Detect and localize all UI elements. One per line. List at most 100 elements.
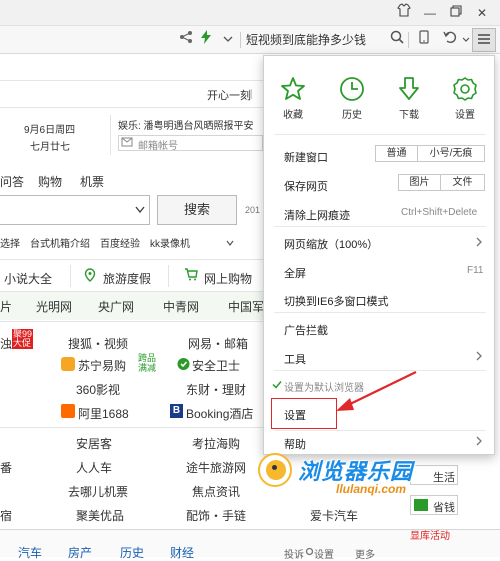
tab-qa[interactable]: 问答	[0, 173, 24, 190]
clock-icon[interactable]	[339, 76, 365, 105]
new-window-private-button[interactable]: 小号/无痕	[417, 145, 485, 162]
close-icon[interactable]: ✕	[470, 3, 494, 23]
footer-link[interactable]: 设置	[314, 546, 334, 561]
menu-separator	[274, 134, 486, 135]
site-link[interactable]: 宿	[0, 507, 12, 524]
menu-icon[interactable]	[472, 28, 496, 52]
skin-icon[interactable]	[392, 3, 416, 23]
phone-icon[interactable]	[414, 30, 434, 50]
menu-item-zoom[interactable]: 网页缩放（100%）	[284, 236, 378, 252]
side-button-event[interactable]: 显库活动	[410, 527, 450, 542]
menu-item-ad-block[interactable]: 广告拦截	[284, 322, 328, 338]
tab-realestate[interactable]: 房产	[68, 544, 92, 561]
chevron-down-icon[interactable]	[218, 30, 238, 50]
site-link[interactable]: 途牛旅游网	[186, 459, 246, 476]
site-link[interactable]: 考拉海购	[192, 435, 240, 452]
clear-history-shortcut: Ctrl+Shift+Delete	[401, 207, 478, 218]
favorites-label[interactable]: 收藏	[271, 106, 315, 121]
quick-link[interactable]: 选择	[0, 235, 20, 250]
tab-finance[interactable]: 财经	[170, 544, 194, 561]
site-link[interactable]: 安全卫士	[192, 357, 240, 374]
site-link[interactable]: 片	[0, 298, 12, 315]
gear-icon[interactable]	[452, 76, 478, 105]
tab-shopping[interactable]: 购物	[38, 173, 62, 190]
divider	[251, 89, 252, 99]
top-link[interactable]: 开心一刻	[207, 87, 251, 103]
site-link[interactable]: 人人车	[76, 459, 112, 476]
share-icon[interactable]	[176, 30, 196, 50]
menu-item-save-page[interactable]: 保存网页	[284, 178, 328, 194]
star-icon[interactable]	[280, 76, 306, 105]
shortcut-travel[interactable]: 旅游度假	[103, 270, 151, 287]
quick-link[interactable]: 台式机箱介绍	[30, 235, 90, 250]
download-label[interactable]: 下载	[387, 106, 431, 121]
site-link[interactable]: 安居客	[76, 435, 112, 452]
quick-link[interactable]: kk录像机	[150, 235, 190, 250]
chevron-down-icon[interactable]	[135, 205, 145, 217]
site-link[interactable]: 东财・理财	[186, 381, 246, 398]
footer-link[interactable]: 投诉	[284, 546, 304, 561]
tab-flights[interactable]: 机票	[80, 173, 104, 190]
site-link[interactable]: Booking酒店	[186, 405, 253, 422]
menu-item-tools[interactable]: 工具	[284, 351, 306, 367]
site-link[interactable]: 央广网	[98, 298, 134, 315]
chevron-down-icon[interactable]	[226, 237, 234, 249]
divider	[0, 107, 263, 108]
year-hint: 201	[245, 205, 261, 215]
menu-item-clear-history[interactable]: 清除上网痕迹	[284, 207, 350, 223]
menu-item-fullscreen[interactable]: 全屏	[284, 265, 306, 281]
site-link[interactable]: 搜狐・视频	[68, 335, 128, 352]
lightning-icon[interactable]	[196, 30, 216, 50]
restore-icon[interactable]	[444, 3, 468, 23]
site-link[interactable]: 焦点资讯	[192, 483, 240, 500]
menu-item-settings[interactable]: 设置	[284, 407, 306, 423]
save-image-button[interactable]: 图片	[398, 174, 441, 191]
history-label[interactable]: 历史	[330, 106, 374, 121]
menu-separator	[274, 226, 486, 227]
divider	[0, 259, 263, 260]
chevron-right-icon	[476, 237, 482, 250]
site-link[interactable]: 番	[0, 459, 12, 476]
site-link[interactable]: 光明网	[36, 298, 72, 315]
new-window-normal-button[interactable]: 普通	[375, 145, 418, 162]
divider	[70, 265, 71, 287]
shield-icon	[177, 357, 190, 374]
minimize-icon[interactable]: —	[418, 3, 442, 23]
email-field[interactable]: 邮箱帐号	[118, 135, 263, 152]
shortcut-shopping[interactable]: 网上购物	[204, 270, 252, 287]
site-link[interactable]: 爱卡汽车	[310, 507, 358, 524]
menu-separator	[274, 430, 486, 431]
site-link[interactable]: 阿里1688	[78, 405, 129, 422]
side-button-life[interactable]: 生活	[410, 465, 458, 485]
site-link[interactable]: 网易・邮箱	[188, 335, 248, 352]
site-link[interactable]: 中青网	[163, 298, 199, 315]
shortcut-novels[interactable]: 小说大全	[4, 270, 52, 287]
search-button[interactable]: 搜索	[157, 195, 237, 225]
divider	[110, 115, 111, 155]
footer-link[interactable]: 更多	[355, 546, 375, 561]
menu-item-ie6-mode[interactable]: 切换到IE6多窗口模式	[284, 293, 389, 309]
quick-link[interactable]: 百度经验	[100, 235, 140, 250]
promo-badge[interactable]: 跨品 满减	[138, 353, 156, 373]
promo-badge[interactable]: 聚99 大促	[12, 329, 34, 349]
site-link[interactable]: 苏宁易购	[78, 357, 126, 374]
site-link[interactable]: 浊	[0, 335, 12, 352]
search-suggestion[interactable]: 短视频到底能挣多少钱	[246, 29, 406, 51]
search-icon[interactable]	[387, 30, 407, 50]
site-link[interactable]: 配饰・手链	[186, 507, 246, 524]
menu-item-help[interactable]: 帮助	[284, 436, 306, 452]
site-link[interactable]: 聚美优品	[76, 507, 124, 524]
settings-label[interactable]: 设置	[443, 106, 487, 121]
site-link[interactable]: 去哪儿机票	[68, 483, 128, 500]
tab-auto[interactable]: 汽车	[18, 544, 42, 561]
download-icon[interactable]	[396, 76, 422, 105]
tab-history[interactable]: 历史	[120, 544, 144, 561]
save-file-button[interactable]: 文件	[440, 174, 485, 191]
fullscreen-shortcut: F11	[467, 265, 484, 276]
side-button-save[interactable]: 省钱	[410, 495, 458, 515]
gear-icon	[305, 547, 314, 559]
search-input[interactable]	[0, 195, 150, 225]
menu-item-new-window[interactable]: 新建窗口	[284, 149, 328, 165]
site-link[interactable]: 360影视	[76, 381, 120, 398]
news-headline[interactable]: 娱乐: 潘粤明遇台风晒照报平安	[118, 117, 254, 132]
